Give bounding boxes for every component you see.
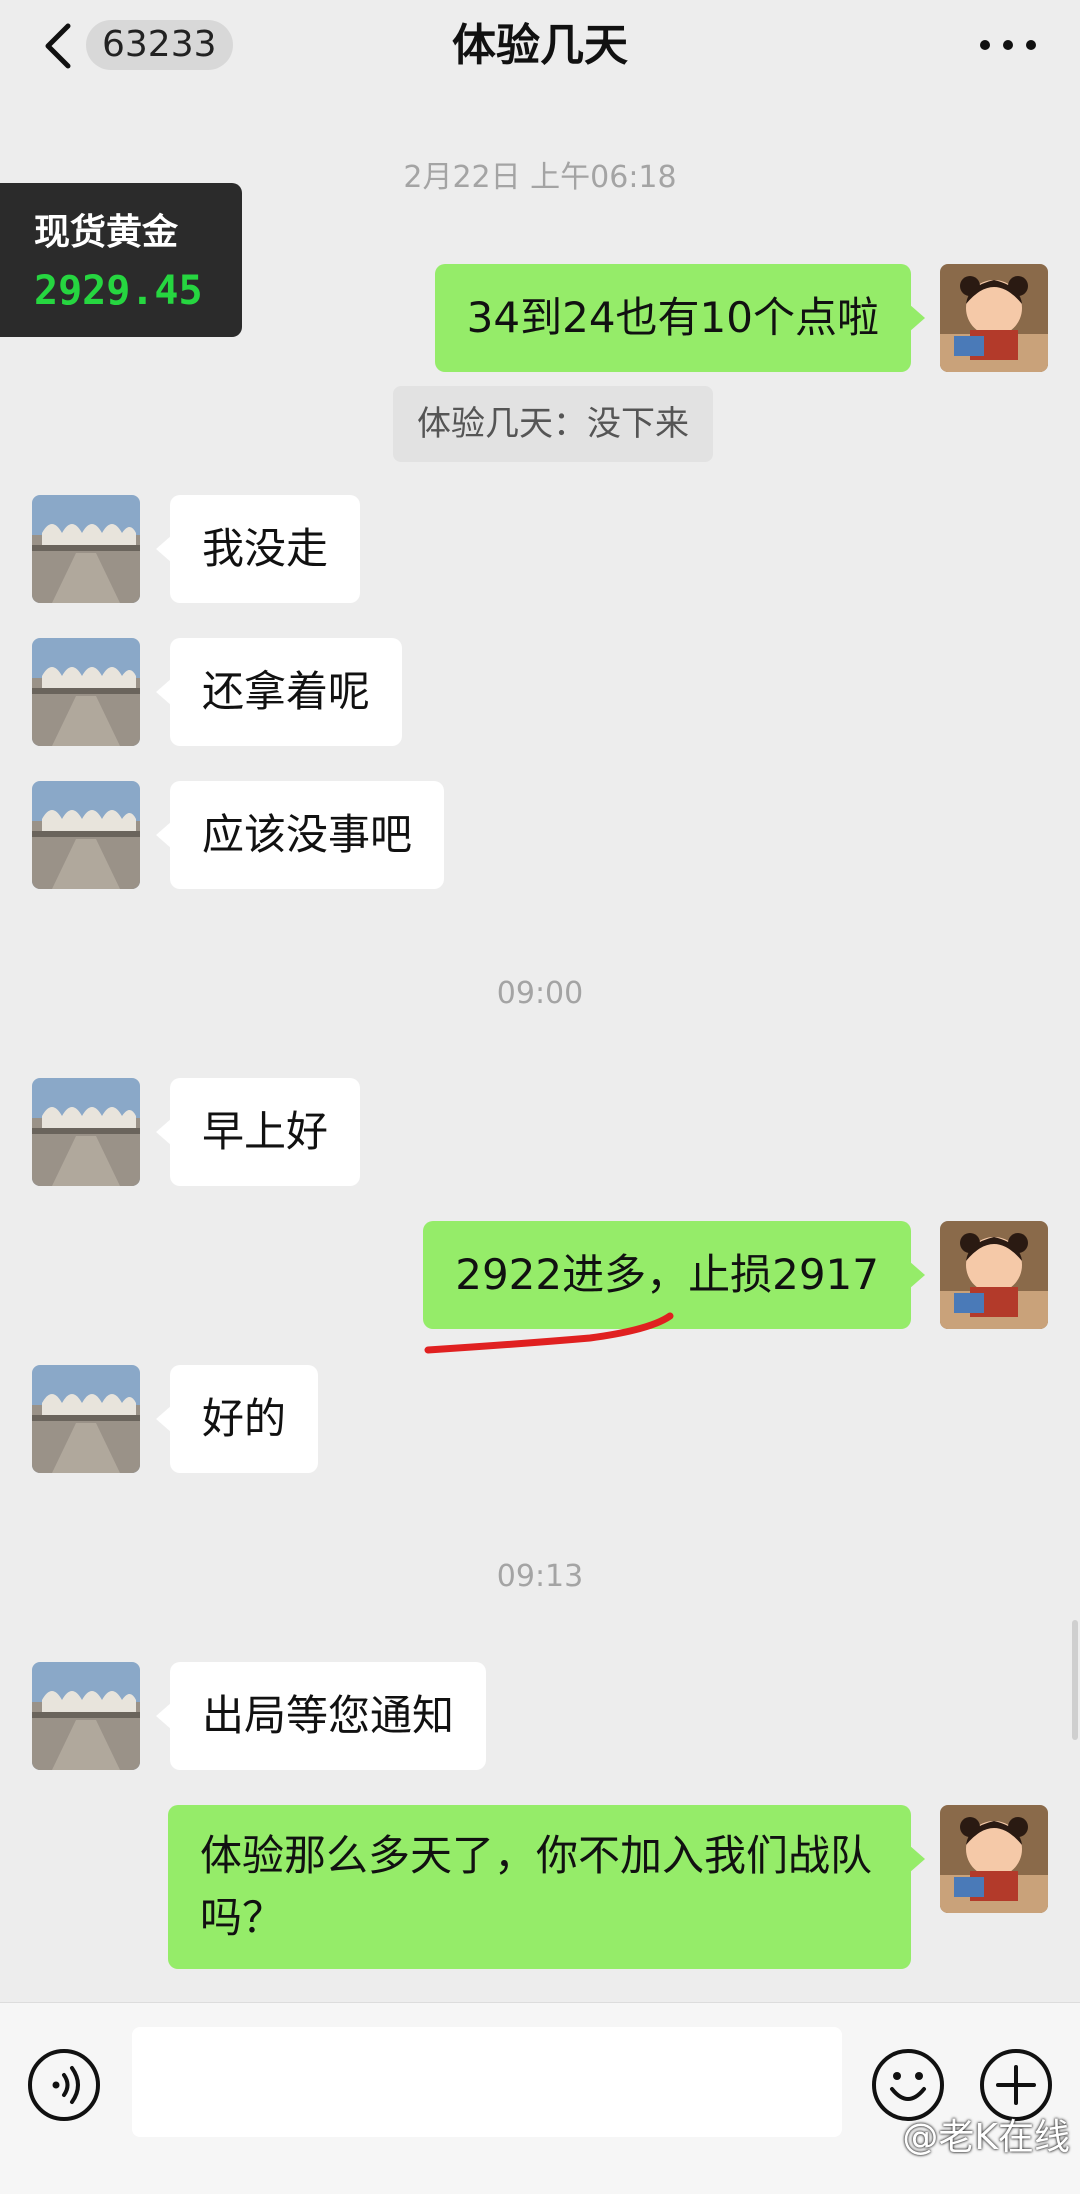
- avatar-self[interactable]: [940, 264, 1048, 372]
- gold-price-widget[interactable]: 现货黄金 2929.45: [0, 183, 242, 337]
- message-bubble-sent[interactable]: 体验那么多天了，你不加入我们战队吗？: [168, 1805, 925, 1969]
- scrollbar[interactable]: [1072, 1620, 1078, 1740]
- avatar-contact[interactable]: [32, 1365, 140, 1473]
- message-bubble-sent[interactable]: 34到24也有10个点啦: [434, 264, 926, 372]
- gold-price: 2929.45: [34, 268, 203, 314]
- avatar-contact[interactable]: [32, 1078, 140, 1186]
- gold-label: 现货黄金: [34, 212, 179, 253]
- message-bubble-received[interactable]: 好的: [155, 1365, 319, 1473]
- red-underline-annotation: [424, 1312, 674, 1354]
- avatar-contact[interactable]: [32, 781, 140, 889]
- message-bubble-received[interactable]: 我没走: [155, 495, 361, 603]
- chat-header: 63233 体验几天: [0, 0, 1080, 92]
- avatar-contact[interactable]: [32, 495, 140, 603]
- message-bubble-received[interactable]: 应该没事吧: [155, 781, 445, 889]
- avatar-contact[interactable]: [32, 1662, 140, 1770]
- timestamp: 09:13: [496, 1559, 584, 1594]
- input-bar: [0, 2002, 1080, 2194]
- plus-icon[interactable]: [978, 2047, 1054, 2123]
- avatar-self[interactable]: [940, 1221, 1048, 1329]
- chat-title: 体验几天: [452, 20, 628, 71]
- quoted-message[interactable]: 体验几天：没下来: [393, 386, 713, 462]
- voice-icon[interactable]: [26, 2047, 102, 2123]
- timestamp: 09:00: [496, 976, 584, 1011]
- message-bubble-received[interactable]: 还拿着呢: [155, 638, 403, 746]
- watermark: @老K在线: [902, 2117, 1070, 2158]
- avatar-contact[interactable]: [32, 638, 140, 746]
- message-input[interactable]: [132, 2027, 842, 2137]
- message-bubble-received[interactable]: 早上好: [155, 1078, 361, 1186]
- more-icon[interactable]: [980, 40, 1036, 52]
- timestamp: 2月22日 上午06:18: [403, 160, 677, 195]
- avatar-self[interactable]: [940, 1805, 1048, 1913]
- message-bubble-received[interactable]: 出局等您通知: [155, 1662, 487, 1770]
- emoji-icon[interactable]: [870, 2047, 946, 2123]
